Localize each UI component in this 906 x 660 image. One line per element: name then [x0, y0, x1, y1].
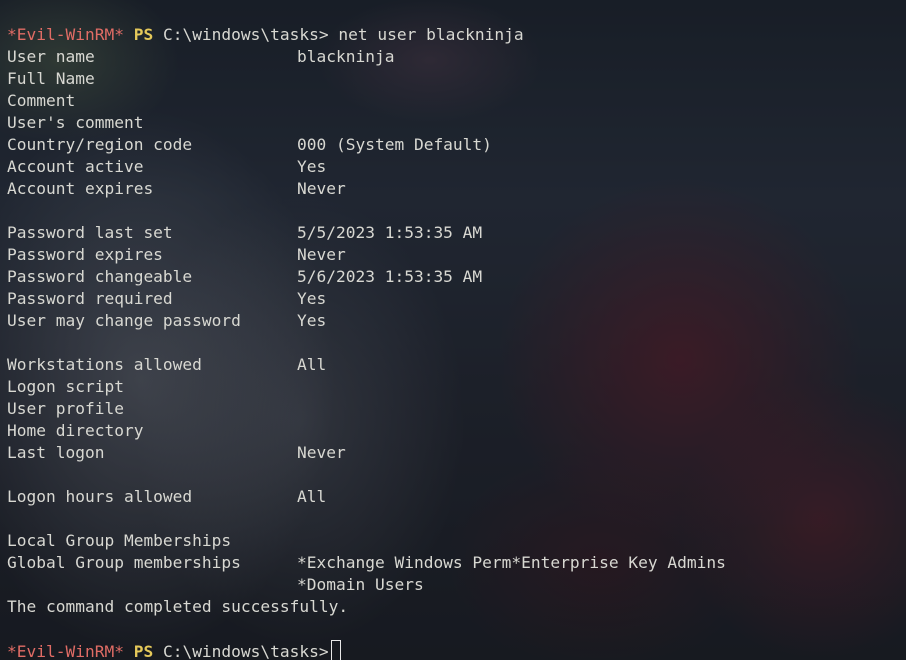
field-label: Logon script — [7, 377, 124, 396]
field-label: Home directory — [7, 421, 144, 440]
output-row-account-active: Account active Yes — [7, 156, 906, 178]
field-value: All — [297, 355, 327, 374]
output-row-account-expires: Account expires Never — [7, 178, 906, 200]
field-label: User name — [7, 47, 95, 66]
field-label: Country/region code — [7, 135, 193, 154]
terminal-output: *Evil-WinRM* PS C:\windows\tasks> net us… — [7, 24, 906, 660]
output-row-comment: Comment — [7, 90, 906, 112]
field-value: 5/6/2023 1:53:35 AM — [297, 267, 483, 286]
command-text: net user blackninja — [338, 25, 524, 44]
terminal-window[interactable]: *Evil-WinRM* PS C:\windows\tasks> net us… — [0, 0, 906, 660]
output-row-user-profile: User profile — [7, 398, 906, 420]
output-row-home-directory: Home directory — [7, 420, 906, 442]
field-label: User profile — [7, 399, 124, 418]
output-row-password-last-set: Password last set 5/5/2023 1:53:35 AM — [7, 222, 906, 244]
field-value: Yes — [297, 157, 327, 176]
output-row-last-logon: Last logon Never — [7, 442, 906, 464]
field-label: Account active — [7, 157, 144, 176]
output-row-global-group-memberships-cont: *Domain Users — [7, 574, 906, 596]
output-row-password-required: Password required Yes — [7, 288, 906, 310]
text-cursor[interactable] — [330, 640, 341, 660]
prompt-shell: PS — [133, 642, 154, 660]
output-row-logon-hours-allowed: Logon hours allowed All — [7, 486, 906, 508]
output-row-password-expires: Password expires Never — [7, 244, 906, 266]
field-label: Local Group Memberships — [7, 531, 232, 550]
output-row-user-may-change-password: User may change password Yes — [7, 310, 906, 332]
output-row-full-name: Full Name — [7, 68, 906, 90]
output-row-password-changeable: Password changeable 5/6/2023 1:53:35 AM — [7, 266, 906, 288]
field-label: Comment — [7, 91, 76, 110]
field-value: blackninja — [297, 47, 395, 66]
field-label: Global Group memberships — [7, 553, 241, 572]
field-value: Never — [297, 245, 346, 264]
field-label: Account expires — [7, 179, 154, 198]
prompt-path: C:\windows\tasks> — [162, 25, 329, 44]
field-value: *Exchange Windows Perm*Enterprise Key Ad… — [297, 553, 726, 572]
field-value: Never — [297, 179, 346, 198]
output-row-logon-script: Logon script — [7, 376, 906, 398]
field-label: Password changeable — [7, 267, 193, 286]
output-row-workstations-allowed: Workstations allowed All — [7, 354, 906, 376]
completion-message: The command completed successfully. — [7, 597, 349, 616]
field-label: Password expires — [7, 245, 163, 264]
prompt-path: C:\windows\tasks> — [162, 642, 329, 660]
field-label: Last logon — [7, 443, 105, 462]
field-label: Password required — [7, 289, 173, 308]
output-row-global-group-memberships: Global Group memberships *Exchange Window… — [7, 552, 906, 574]
output-row-local-group-memberships: Local Group Memberships — [7, 530, 906, 552]
field-value: 000 (System Default) — [297, 135, 492, 154]
field-value: *Domain Users — [297, 575, 424, 594]
field-label: Full Name — [7, 69, 95, 88]
field-label: Logon hours allowed — [7, 487, 193, 506]
output-row-users-comment: User's comment — [7, 112, 906, 134]
prompt-host: *Evil-WinRM* — [7, 25, 124, 44]
field-label: Workstations allowed — [7, 355, 202, 374]
field-value: Yes — [297, 289, 327, 308]
field-label: Password last set — [7, 223, 173, 242]
field-label: User may change password — [7, 311, 241, 330]
field-label: User's comment — [7, 113, 144, 132]
prompt-line-active[interactable]: *Evil-WinRM* PS C:\windows\tasks> — [7, 640, 906, 660]
output-row-country-code: Country/region code 000 (System Default) — [7, 134, 906, 156]
field-value: 5/5/2023 1:53:35 AM — [297, 223, 483, 242]
prompt-shell: PS — [133, 25, 154, 44]
prompt-line: *Evil-WinRM* PS C:\windows\tasks> net us… — [7, 24, 906, 46]
field-value: Never — [297, 443, 346, 462]
field-value: All — [297, 487, 327, 506]
output-row-user-name: User name blackninja — [7, 46, 906, 68]
prompt-host: *Evil-WinRM* — [7, 642, 124, 660]
field-value: Yes — [297, 311, 327, 330]
